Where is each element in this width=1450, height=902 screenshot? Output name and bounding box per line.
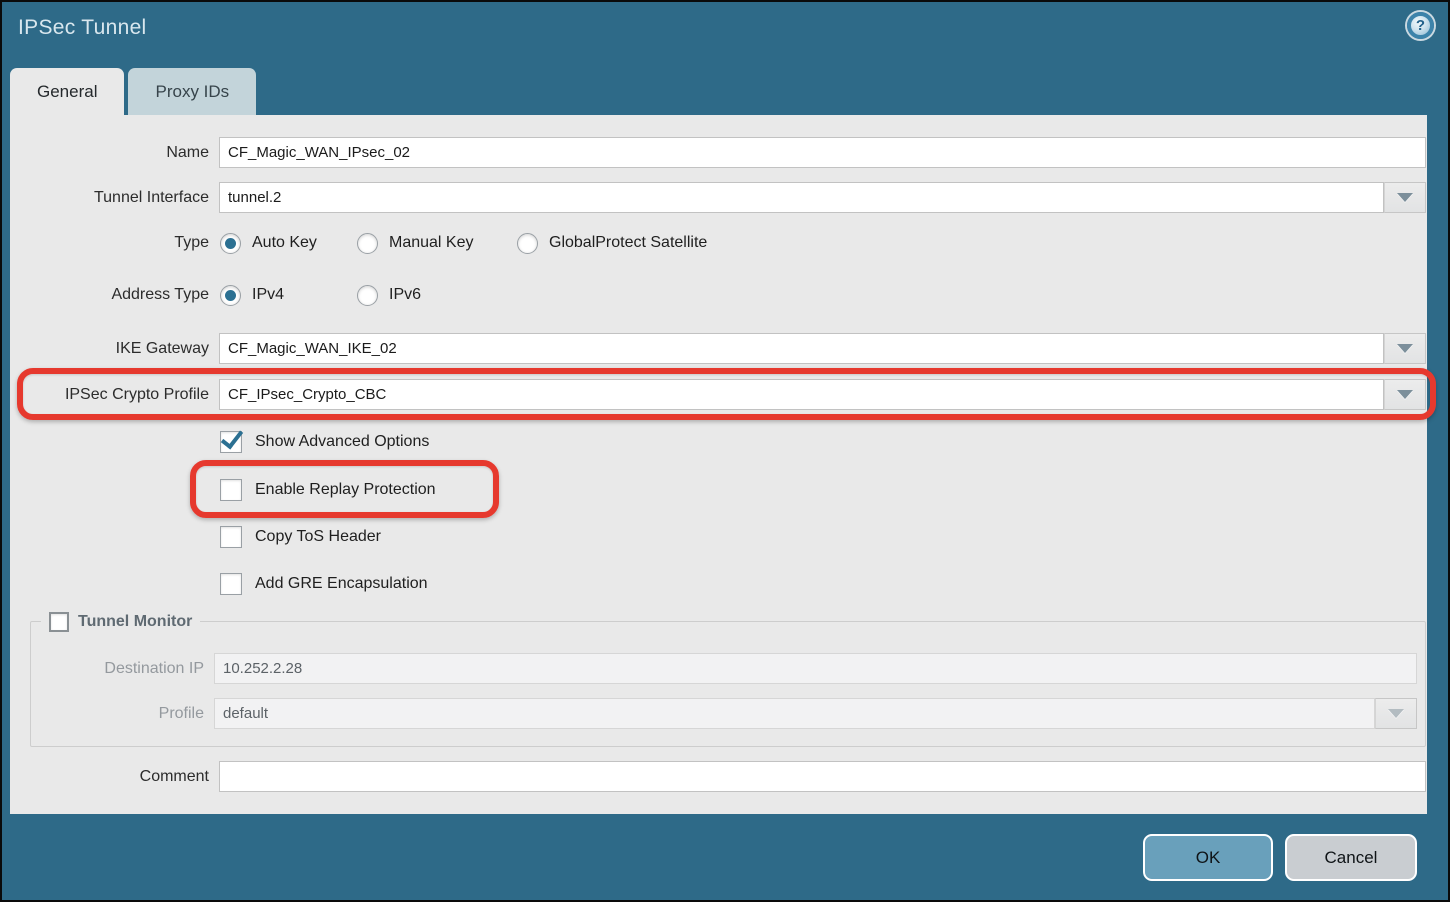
tab-general[interactable]: General (10, 68, 124, 115)
tunnel-interface-combobox (219, 182, 1426, 213)
name-input[interactable] (219, 137, 1426, 168)
checkbox-enable-replay-protection[interactable] (220, 479, 242, 501)
radio-auto-key[interactable]: Auto Key (220, 231, 317, 255)
ike-gateway-input[interactable] (219, 333, 1384, 364)
radio-ipv6-label: IPv6 (389, 286, 421, 304)
tunnel-interface-label: Tunnel Interface (10, 182, 209, 213)
tunnel-interface-dropdown-button[interactable] (1384, 182, 1426, 213)
checkbox-add-gre-encapsulation[interactable] (220, 573, 242, 595)
tunnel-monitor-section: Tunnel Monitor Destination IP Profile (30, 621, 1426, 747)
checkbox-show-advanced-options[interactable] (220, 431, 242, 453)
tab-proxy-ids[interactable]: Proxy IDs (128, 68, 256, 115)
add-gre-encapsulation-label: Add GRE Encapsulation (255, 575, 428, 593)
comment-label: Comment (10, 761, 209, 792)
ipsec-crypto-profile-combobox (219, 379, 1426, 410)
ike-gateway-combobox (219, 333, 1426, 364)
ipsec-crypto-profile-label: IPSec Crypto Profile (10, 379, 209, 410)
ike-gateway-dropdown-button[interactable] (1384, 333, 1426, 364)
radio-manual-key[interactable]: Manual Key (357, 231, 474, 255)
copy-tos-header-label: Copy ToS Header (255, 528, 381, 546)
ike-gateway-label: IKE Gateway (10, 333, 209, 364)
tab-bar: General Proxy IDs (10, 68, 256, 115)
radio-ipv4[interactable]: IPv4 (220, 283, 284, 307)
show-advanced-options-label: Show Advanced Options (255, 433, 429, 451)
enable-replay-protection-label: Enable Replay Protection (255, 481, 436, 499)
tunnel-monitor-label: Tunnel Monitor (78, 613, 192, 631)
radio-globalprotect-satellite[interactable]: GlobalProtect Satellite (517, 231, 707, 255)
destination-ip-label: Destination IP (31, 653, 204, 684)
profile-dropdown-button (1375, 698, 1417, 729)
name-label: Name (10, 137, 209, 168)
show-advanced-options-row[interactable]: Show Advanced Options (220, 430, 429, 454)
radio-ipv4-label: IPv4 (252, 286, 284, 304)
profile-label: Profile (31, 698, 204, 729)
ok-button[interactable]: OK (1143, 834, 1273, 881)
ipsec-crypto-profile-input[interactable] (219, 379, 1384, 410)
profile-input (214, 698, 1375, 729)
type-label: Type (10, 227, 209, 258)
question-mark-glyph: ? (1416, 18, 1425, 33)
comment-input[interactable] (219, 761, 1426, 792)
tunnel-interface-input[interactable] (219, 182, 1384, 213)
dialog-title: IPSec Tunnel (18, 16, 147, 40)
chevron-down-icon (1397, 390, 1413, 399)
ipsec-tunnel-dialog: IPSec Tunnel ? General Proxy IDs Name Tu… (0, 0, 1450, 902)
radio-globalprotect-satellite-label: GlobalProtect Satellite (549, 234, 707, 252)
chevron-down-icon (1397, 193, 1413, 202)
chevron-down-icon (1388, 709, 1404, 718)
radio-circle (357, 233, 378, 254)
tunnel-monitor-legend: Tunnel Monitor (41, 610, 200, 634)
chevron-down-icon (1397, 344, 1413, 353)
radio-circle-selected (220, 233, 241, 254)
radio-auto-key-label: Auto Key (252, 234, 317, 252)
address-type-label: Address Type (10, 279, 209, 310)
general-tab-panel: Name Tunnel Interface Type Auto Key Manu… (10, 115, 1427, 814)
cancel-button[interactable]: Cancel (1285, 834, 1417, 881)
radio-manual-key-label: Manual Key (389, 234, 474, 252)
profile-combobox (214, 698, 1417, 729)
radio-ipv6[interactable]: IPv6 (357, 283, 421, 307)
checkbox-tunnel-monitor[interactable] (49, 612, 69, 632)
destination-ip-input (214, 653, 1417, 684)
help-icon[interactable]: ? (1407, 12, 1434, 39)
ipsec-crypto-profile-dropdown-button[interactable] (1384, 379, 1426, 410)
radio-circle-selected (220, 285, 241, 306)
radio-circle (357, 285, 378, 306)
copy-tos-header-row[interactable]: Copy ToS Header (220, 525, 381, 549)
add-gre-encapsulation-row[interactable]: Add GRE Encapsulation (220, 572, 428, 596)
checkbox-copy-tos-header[interactable] (220, 526, 242, 548)
radio-circle (517, 233, 538, 254)
enable-replay-protection-row[interactable]: Enable Replay Protection (220, 478, 436, 502)
